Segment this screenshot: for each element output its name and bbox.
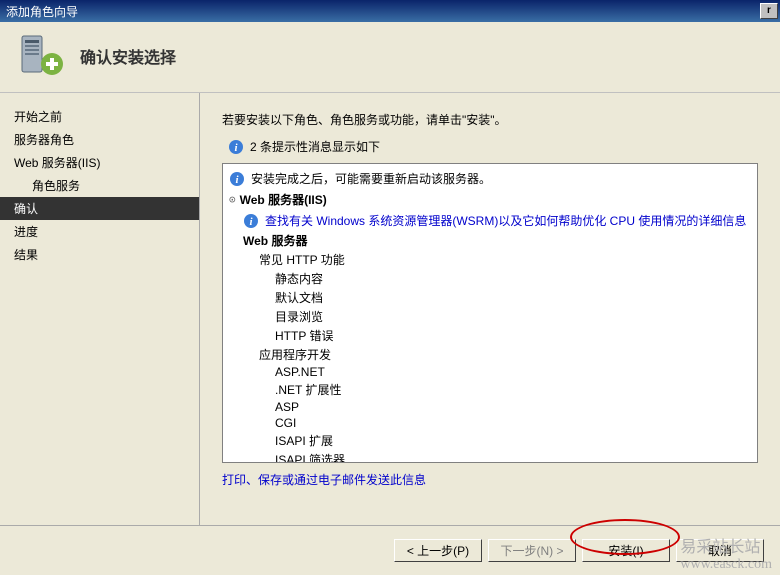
tree-defaultdoc: 默认文档	[275, 288, 751, 307]
window-title: 添加角色向导	[6, 3, 760, 20]
sidebar-item-roleservice[interactable]: 角色服务	[0, 174, 199, 197]
sidebar-item-roles[interactable]: 服务器角色	[0, 128, 199, 151]
page-title: 确认安装选择	[80, 44, 176, 68]
install-button[interactable]: 安装(I)	[582, 539, 670, 562]
tree-dirbrowse: 目录浏览	[275, 307, 751, 326]
wizard-footer: < 上一步(P) 下一步(N) > 安装(I) 取消	[0, 525, 780, 575]
sidebar-item-confirm[interactable]: 确认	[0, 197, 199, 220]
info-icon: i	[229, 171, 245, 187]
tree-httperrors: HTTP 错误	[275, 326, 751, 345]
previous-button[interactable]: < 上一步(P)	[394, 539, 482, 562]
tree-isapiext: ISAPI 扩展	[275, 431, 751, 450]
tree-aspnet: ASP.NET	[275, 364, 751, 380]
main-content: 若要安装以下角色、角色服务或功能，请单击"安装"。 i 2 条提示性消息显示如下…	[200, 93, 780, 533]
hint-row: i 2 条提示性消息显示如下	[228, 138, 758, 155]
hint-text: 2 条提示性消息显示如下	[250, 138, 380, 155]
print-link[interactable]: 打印、保存或通过电子邮件发送此信息	[222, 471, 758, 488]
wsrm-row: i 查找有关 Windows 系统资源管理器(WSRM)以及它如何帮助优化 CP…	[243, 210, 751, 231]
wizard-icon	[16, 32, 64, 80]
collapse-icon: ⊙	[229, 193, 236, 206]
sidebar-item-before[interactable]: 开始之前	[0, 105, 199, 128]
next-button[interactable]: 下一步(N) >	[488, 539, 576, 562]
restart-warning: i 安装完成之后，可能需要重新启动该服务器。	[229, 168, 751, 189]
tree-netext: .NET 扩展性	[275, 380, 751, 399]
sidebar: 开始之前 服务器角色 Web 服务器(IIS) 角色服务 确认 进度 结果	[0, 93, 200, 533]
info-icon: i	[243, 213, 259, 229]
confirmation-box: i 安装完成之后，可能需要重新启动该服务器。 ⊙ Web 服务器(IIS) i …	[222, 163, 758, 463]
role-header[interactable]: ⊙ Web 服务器(IIS)	[229, 189, 751, 210]
tree-cgi: CGI	[275, 415, 751, 431]
wizard-header: 确认安装选择	[0, 22, 780, 93]
tree-static: 静态内容	[275, 269, 751, 288]
tree-common-http: 常见 HTTP 功能	[259, 250, 751, 269]
sidebar-item-iis[interactable]: Web 服务器(IIS)	[0, 151, 199, 174]
role-title: Web 服务器(IIS)	[240, 191, 327, 208]
sidebar-item-progress[interactable]: 进度	[0, 220, 199, 243]
tree-web-server: Web 服务器	[243, 231, 751, 250]
restart-text: 安装完成之后，可能需要重新启动该服务器。	[251, 170, 491, 187]
cancel-button[interactable]: 取消	[676, 539, 764, 562]
info-icon: i	[228, 139, 244, 155]
wsrm-link[interactable]: 查找有关 Windows 系统资源管理器(WSRM)以及它如何帮助优化 CPU …	[265, 212, 746, 229]
instruction-text: 若要安装以下角色、角色服务或功能，请单击"安装"。	[222, 111, 758, 128]
titlebar: 添加角色向导 r	[0, 0, 780, 22]
sidebar-item-result[interactable]: 结果	[0, 243, 199, 266]
feature-tree: Web 服务器 常见 HTTP 功能 静态内容 默认文档 目录浏览 HTTP 错…	[243, 231, 751, 463]
tree-asp: ASP	[275, 399, 751, 415]
tree-appdev: 应用程序开发	[259, 345, 751, 364]
wizard-body: 开始之前 服务器角色 Web 服务器(IIS) 角色服务 确认 进度 结果 若要…	[0, 93, 780, 533]
tree-isapifilter: ISAPI 筛选器	[275, 450, 751, 463]
close-button[interactable]: r	[760, 3, 778, 19]
